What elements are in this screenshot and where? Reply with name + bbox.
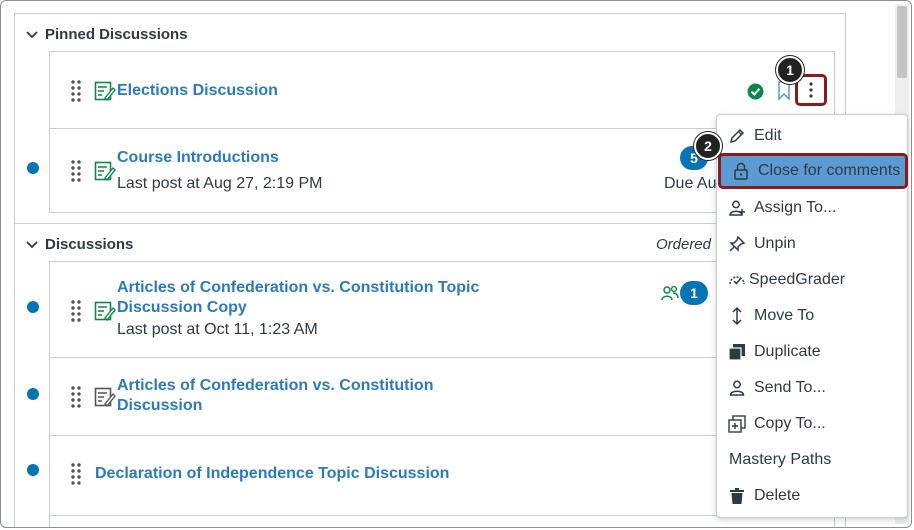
discussions-section-toggle[interactable]: Discussions — [25, 236, 133, 253]
menu-item-assign-to[interactable]: Assign To... — [717, 190, 907, 226]
discussion-title-link[interactable]: Articles of Confederation vs. Constituti… — [117, 278, 479, 318]
menu-item-close-for-comments[interactable]: Close for comments — [718, 153, 908, 189]
lock-icon — [731, 161, 751, 181]
title-line: Discussion — [117, 397, 203, 414]
assign-user-icon — [727, 198, 747, 218]
menu-item-label: Copy To... — [754, 415, 826, 432]
drag-handle-icon[interactable] — [70, 159, 82, 183]
kebab-icon — [809, 82, 813, 98]
menu-item-mastery-paths[interactable]: Mastery Paths — [717, 442, 907, 478]
menu-item-label: Assign To... — [754, 199, 837, 216]
drag-handle-icon[interactable] — [70, 79, 82, 103]
step-callout-2: 2 — [694, 132, 722, 160]
copy-icon — [727, 414, 747, 434]
menu-item-label: Mastery Paths — [729, 451, 832, 468]
chevron-down-icon — [26, 30, 38, 38]
menu-item-label: Close for comments — [758, 162, 901, 179]
unread-indicator-dot — [27, 162, 39, 174]
menu-item-label: Move To — [754, 307, 815, 324]
pin-icon — [727, 234, 747, 254]
menu-item-label: Edit — [754, 127, 782, 144]
send-user-icon — [727, 378, 747, 398]
menu-item-label: Delete — [754, 487, 801, 504]
discussion-title-link[interactable]: Course Introductions — [117, 148, 279, 168]
menu-item-speedgrader[interactable]: SpeedGrader — [717, 262, 907, 298]
chevron-down-icon — [26, 240, 38, 248]
drag-handle-icon[interactable] — [70, 385, 82, 409]
drag-handle-icon[interactable] — [70, 462, 82, 486]
last-post-text: Last post at Oct 11, 1:23 AM — [117, 321, 318, 338]
menu-item-move-to[interactable]: Move To — [717, 298, 907, 334]
speedgrader-icon — [727, 270, 747, 290]
ordered-label: Ordered — [655, 236, 711, 253]
menu-item-copy-to[interactable]: Copy To... — [717, 406, 907, 442]
published-check-icon[interactable] — [747, 83, 764, 100]
menu-item-label: Unpin — [754, 235, 796, 252]
menu-item-send-to[interactable]: Send To... — [717, 370, 907, 406]
canvas-frame: Pinned Discussions Elections Discussion — [0, 0, 912, 528]
options-menu: Edit Close for comments Assign To... Unp… — [716, 114, 908, 518]
menu-item-edit[interactable]: Edit — [717, 118, 907, 154]
title-line: Articles of Confederation vs. Constituti… — [117, 279, 480, 296]
title-line: Articles of Confederation vs. Constituti… — [117, 377, 434, 394]
group-discussion-icon — [661, 285, 679, 301]
drag-handle-icon[interactable] — [70, 299, 82, 323]
discussions-section-title: Discussions — [45, 236, 134, 253]
pinned-section-toggle[interactable]: Pinned Discussions — [25, 26, 188, 43]
title-line: Discussion Copy — [117, 299, 247, 316]
scrollbar-thumb[interactable] — [897, 6, 907, 78]
pinned-section-title: Pinned Discussions — [45, 26, 188, 43]
unread-indicator-dot — [27, 388, 39, 400]
due-date-text: Due Au — [664, 175, 717, 192]
unread-indicator-dot — [27, 301, 39, 313]
unread-count-badge: 1 — [680, 281, 708, 305]
bookmark-icon[interactable] — [777, 81, 791, 101]
menu-item-label: Duplicate — [754, 343, 821, 360]
discussion-title-link[interactable]: Articles of Confederation vs. Constituti… — [117, 376, 433, 416]
menu-item-unpin[interactable]: Unpin — [717, 226, 907, 262]
menu-item-duplicate[interactable]: Duplicate — [717, 334, 907, 370]
last-post-text: Last post at Aug 27, 2:19 PM — [117, 175, 323, 192]
discussion-title-link[interactable]: Declaration of Independence Topic Discus… — [95, 464, 449, 484]
unread-indicator-dot — [27, 464, 39, 476]
pencil-icon — [727, 126, 747, 146]
move-arrows-icon — [727, 306, 747, 326]
menu-item-label: Send To... — [754, 379, 826, 396]
discussion-icon — [94, 161, 116, 182]
discussion-icon — [94, 81, 116, 102]
discussion-icon — [94, 301, 116, 322]
menu-item-label: SpeedGrader — [749, 271, 846, 288]
duplicate-icon — [727, 342, 747, 362]
discussion-title-link[interactable]: Elections Discussion — [117, 81, 278, 101]
trash-icon — [727, 486, 747, 506]
menu-item-delete[interactable]: Delete — [717, 478, 907, 514]
discussion-icon-unpublished — [94, 387, 116, 408]
step-callout-1: 1 — [776, 56, 804, 84]
